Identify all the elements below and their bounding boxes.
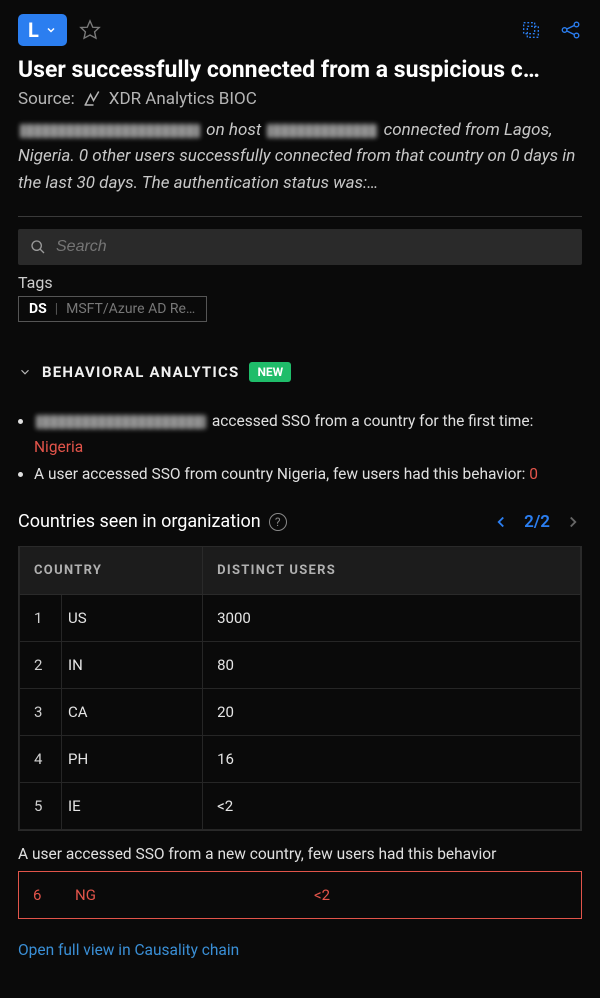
tag-value: MSFT/Azure AD Res… — [66, 301, 196, 317]
highlight-value: 0 — [529, 465, 538, 483]
alert-description: on host connected from Lagos, Nigeria. 0… — [18, 117, 582, 196]
open-causality-link[interactable]: Open full view in Causality chain — [0, 919, 600, 959]
copy-icon[interactable] — [520, 19, 542, 41]
table-row: 2IN80 — [20, 642, 581, 689]
col-country: COUNTRY — [20, 547, 203, 595]
countries-table: COUNTRY DISTINCT USERS 1US30002IN803CA20… — [18, 546, 582, 831]
source-value: XDR Analytics BIOC — [109, 89, 257, 109]
pager-prev-button[interactable] — [492, 513, 510, 531]
section-header[interactable]: BEHAVIORAL ANALYTICS NEW — [0, 362, 600, 396]
table-row: 4PH16 — [20, 736, 581, 783]
pager-text: 2/2 — [524, 512, 550, 532]
chevron-down-icon — [18, 365, 32, 379]
search-input[interactable] — [56, 238, 570, 256]
pager: 2/2 — [492, 512, 582, 532]
countries-title: Countries seen in organization — [18, 511, 261, 532]
severity-letter: L — [28, 20, 39, 40]
table-row: 3CA20 — [20, 689, 581, 736]
star-icon[interactable] — [79, 19, 101, 41]
highlight-row: 6NG <2 — [18, 871, 582, 919]
col-users: DISTINCT USERS — [203, 547, 581, 595]
search-icon — [30, 239, 46, 255]
highlight-note: A user accessed SSO from a new country, … — [0, 831, 600, 871]
help-icon[interactable]: ? — [269, 513, 287, 531]
tags-label: Tags — [18, 273, 582, 292]
chevron-down-icon — [45, 24, 57, 36]
top-bar: L — [0, 0, 600, 56]
tag-key: DS — [29, 301, 47, 317]
analytics-icon — [83, 90, 101, 108]
pager-next-button[interactable] — [564, 513, 582, 531]
insight-list: accessed SSO from a country for the firs… — [0, 396, 600, 501]
table-row: 5IE<2 — [20, 783, 581, 830]
highlight-country: Nigeria — [34, 438, 83, 456]
search-box[interactable] — [18, 229, 582, 265]
source-label: Source: — [18, 89, 75, 109]
tag-pill[interactable]: DS | MSFT/Azure AD Res… — [18, 296, 207, 322]
severity-badge[interactable]: L — [18, 14, 67, 46]
list-item: A user accessed SSO from country Nigeria… — [34, 461, 582, 487]
graph-icon[interactable] — [560, 19, 582, 41]
new-badge: NEW — [249, 362, 291, 382]
alert-header: User successfully connected from a suspi… — [0, 56, 600, 216]
section-title: BEHAVIORAL ANALYTICS — [42, 363, 239, 381]
table-row: 1US3000 — [20, 595, 581, 642]
alert-title: User successfully connected from a suspi… — [18, 56, 582, 83]
list-item: accessed SSO from a country for the firs… — [34, 408, 582, 461]
